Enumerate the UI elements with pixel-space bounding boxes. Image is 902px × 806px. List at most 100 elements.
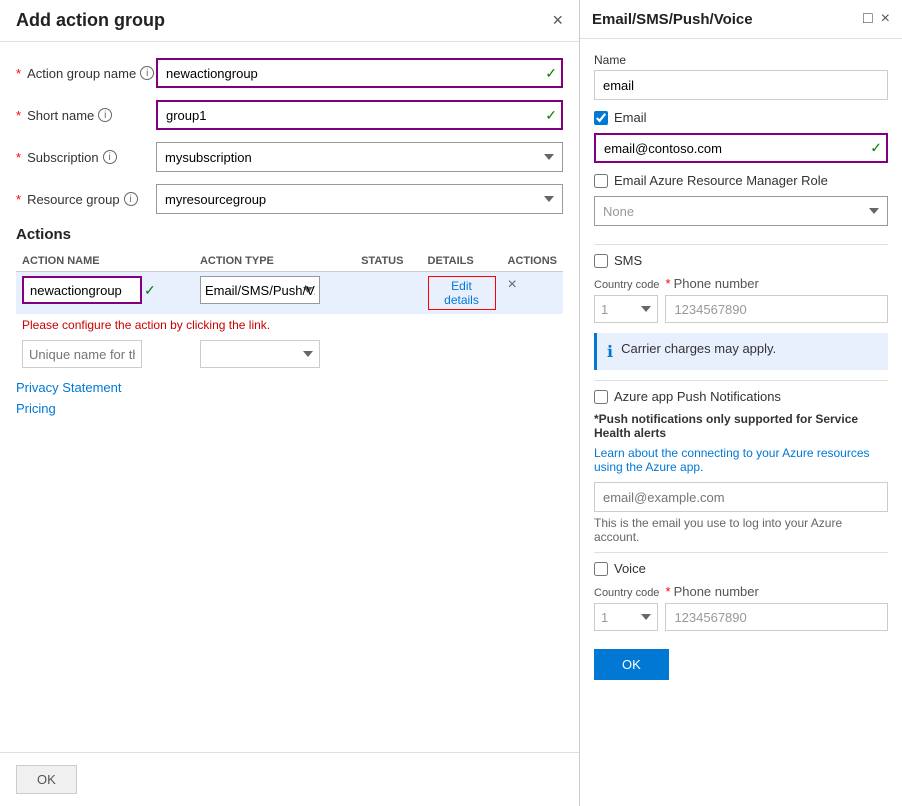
col-header-details: DETAILS xyxy=(422,251,502,272)
info-icon-agn[interactable]: i xyxy=(140,66,154,80)
voice-country-code-select[interactable]: 1 xyxy=(594,603,658,631)
right-ok-button[interactable]: OK xyxy=(594,649,669,680)
col-header-action-type: ACTION TYPE xyxy=(194,251,355,272)
subscription-label: * Subscription i xyxy=(16,150,156,165)
new-action-row xyxy=(16,336,563,372)
resource-group-select[interactable]: myresourcegroup xyxy=(156,184,563,214)
new-action-type-select[interactable] xyxy=(200,340,320,368)
sms-phone-input[interactable] xyxy=(665,295,888,323)
action-group-name-input[interactable] xyxy=(156,58,563,88)
azure-rm-checkbox-row: Email Azure Resource Manager Role xyxy=(594,173,888,188)
sms-country-code-label: Country code xyxy=(594,279,659,291)
carrier-charges-text: Carrier charges may apply. xyxy=(621,341,776,356)
sms-phone-label: * Phone number xyxy=(665,276,888,291)
azure-rm-select[interactable]: None xyxy=(594,196,888,226)
azure-rm-label: Email Azure Resource Manager Role xyxy=(614,173,828,188)
action-name-check-icon: ✓ xyxy=(144,282,156,299)
sms-label: SMS xyxy=(614,253,642,268)
sms-phone-row: Country code 1 * Phone number xyxy=(594,276,888,323)
voice-phone-row: Country code 1 * Phone number xyxy=(594,584,888,631)
divider-2 xyxy=(594,380,888,381)
name-input[interactable] xyxy=(594,70,888,100)
error-row: Please configure the action by clicking … xyxy=(16,314,563,336)
left-ok-button[interactable]: OK xyxy=(16,765,77,794)
right-panel-title: Email/SMS/Push/Voice xyxy=(592,11,753,28)
azure-push-label: Azure app Push Notifications xyxy=(614,389,781,404)
sms-phone-required: * xyxy=(665,276,670,291)
action-type-cell: Email/SMS/Push/V... xyxy=(194,272,355,315)
action-error-text: Please configure the action by clicking … xyxy=(16,314,563,336)
voice-phone-input[interactable] xyxy=(665,603,888,631)
info-icon-sn[interactable]: i xyxy=(98,108,112,122)
action-name-cell: ✓ xyxy=(16,272,194,315)
push-email-hint: This is the email you use to log into yo… xyxy=(594,516,888,544)
right-close-button[interactable]: × xyxy=(881,10,890,28)
azure-push-checkbox[interactable] xyxy=(594,390,608,404)
left-panel-footer: OK xyxy=(0,752,579,806)
carrier-charges-banner: ℹ Carrier charges may apply. xyxy=(594,333,888,370)
azure-rm-checkbox[interactable] xyxy=(594,174,608,188)
right-panel-body: Name Email ✓ Email Azure Resource Manage… xyxy=(580,39,902,806)
col-header-actions: ACTIONS xyxy=(502,251,564,272)
email-sms-push-voice-panel: Email/SMS/Push/Voice □ × Name Email ✓ xyxy=(580,0,902,806)
info-banner-icon: ℹ xyxy=(607,342,613,362)
azure-push-checkbox-row: Azure app Push Notifications xyxy=(594,389,888,404)
action-details-cell: Edit details xyxy=(422,272,502,315)
voice-phone-required: * xyxy=(665,584,670,599)
new-action-name-cell xyxy=(16,336,194,372)
email-checkbox-row: Email xyxy=(594,110,888,125)
short-name-row: * Short name i ✓ xyxy=(16,100,563,130)
add-action-group-panel: Add action group × * Action group name i… xyxy=(0,0,580,806)
resource-group-label: * Resource group i xyxy=(16,192,156,207)
edit-details-button[interactable]: Edit details xyxy=(428,276,496,310)
push-email-input[interactable] xyxy=(594,482,888,512)
action-remove-cell: × xyxy=(502,272,564,315)
short-name-label: * Short name i xyxy=(16,108,156,123)
actions-section-title: Actions xyxy=(16,226,563,243)
email-input-wrapper: ✓ xyxy=(594,133,888,163)
pricing-link[interactable]: Pricing xyxy=(16,401,563,416)
required-star-sub: * xyxy=(16,150,21,165)
voice-label: Voice xyxy=(614,561,646,576)
resource-group-row: * Resource group i myresourcegroup xyxy=(16,184,563,214)
short-name-input[interactable] xyxy=(156,100,563,130)
voice-phone-label: * Phone number xyxy=(665,584,888,599)
left-panel-header: Add action group × xyxy=(0,0,579,42)
info-icon-rg[interactable]: i xyxy=(124,192,138,206)
required-star-agn: * xyxy=(16,66,21,81)
required-star-rg: * xyxy=(16,192,21,207)
voice-checkbox[interactable] xyxy=(594,562,608,576)
action-status-cell xyxy=(355,272,421,315)
new-action-name-input[interactable] xyxy=(22,340,142,368)
action-group-name-label: * Action group name i xyxy=(16,66,156,81)
left-panel-body: * Action group name i ✓ * Short name i xyxy=(0,42,579,752)
email-checkbox-label: Email xyxy=(614,110,647,125)
azure-app-link[interactable]: Learn about the connecting to your Azure… xyxy=(594,446,888,474)
right-header-icons: □ × xyxy=(863,10,890,28)
required-star-sn: * xyxy=(16,108,21,123)
action-group-name-input-wrapper: ✓ xyxy=(156,58,563,88)
table-row: ✓ Email/SMS/Push/V... Edit details xyxy=(16,272,563,315)
privacy-statement-link[interactable]: Privacy Statement xyxy=(16,380,563,395)
action-group-name-row: * Action group name i ✓ xyxy=(16,58,563,88)
remove-action-button[interactable]: × xyxy=(508,276,517,294)
push-note: *Push notifications only supported for S… xyxy=(594,412,888,440)
sms-country-code-select[interactable]: 1 xyxy=(594,295,658,323)
sms-checkbox-row: SMS xyxy=(594,253,888,268)
left-panel-close-button[interactable]: × xyxy=(552,10,563,31)
action-type-select[interactable]: Email/SMS/Push/V... xyxy=(200,276,320,304)
left-panel-title: Add action group xyxy=(16,10,165,31)
email-input[interactable] xyxy=(594,133,888,163)
agn-check-icon: ✓ xyxy=(545,65,557,82)
info-icon-sub[interactable]: i xyxy=(103,150,117,164)
subscription-select[interactable]: mysubscription xyxy=(156,142,563,172)
sms-checkbox[interactable] xyxy=(594,254,608,268)
divider-1 xyxy=(594,244,888,245)
voice-country-code-label: Country code xyxy=(594,587,659,599)
divider-3 xyxy=(594,552,888,553)
maximize-button[interactable]: □ xyxy=(863,10,873,28)
email-checkbox[interactable] xyxy=(594,111,608,125)
action-name-input[interactable] xyxy=(22,276,142,304)
new-action-type-cell xyxy=(194,336,355,372)
name-label: Name xyxy=(594,53,888,67)
